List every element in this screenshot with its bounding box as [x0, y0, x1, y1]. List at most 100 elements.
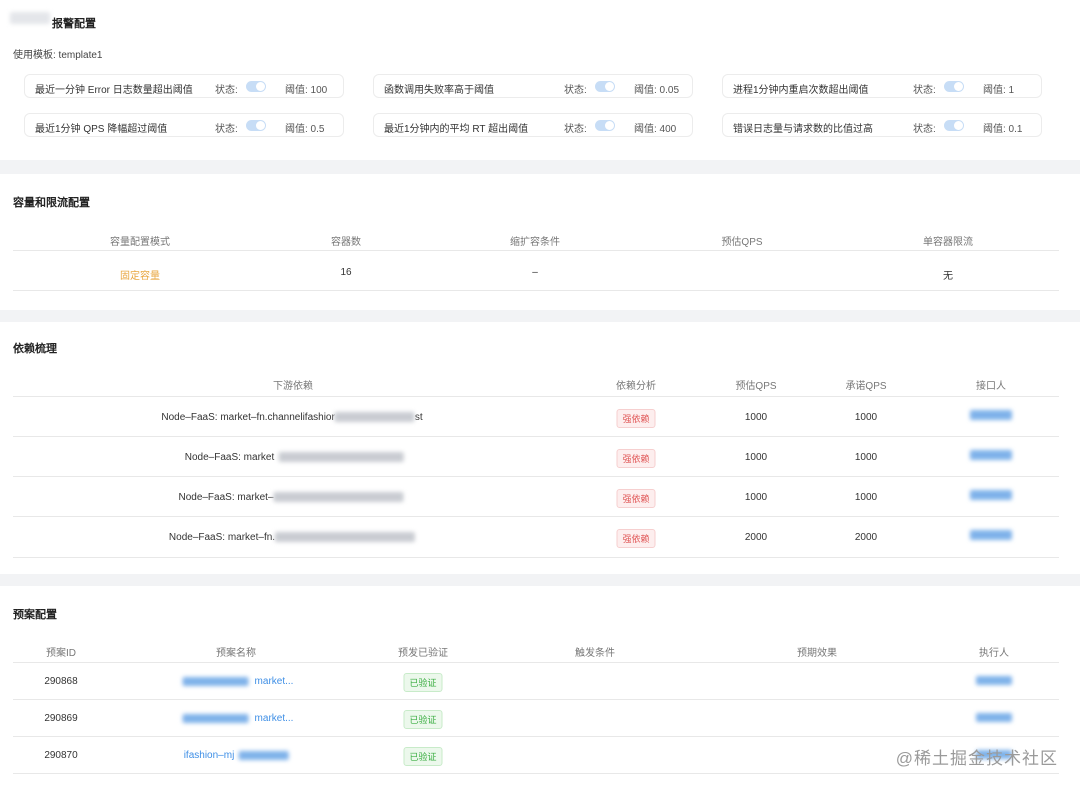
divider — [13, 557, 1059, 558]
dependency-name-suffix: st — [414, 412, 423, 423]
alarm-rule: 函数调用失败率高于阈值 状态: 阈值: 0.05 — [373, 74, 693, 98]
divider — [13, 773, 1059, 774]
plan-name-link[interactable]: ifashion–mj — [184, 750, 289, 761]
column-header: 预估QPS — [721, 237, 763, 248]
column-header: 接口人 — [976, 381, 1006, 392]
dependency-tag: 强依赖 — [616, 409, 656, 428]
dependency-tag: 强依赖 — [616, 449, 656, 468]
container-limit: 无 — [943, 271, 953, 282]
column-header: 预发已验证 — [398, 648, 448, 659]
alarm-rule: 最近1分钟内的平均 RT 超出阈值 状态: 阈值: 400 — [373, 113, 693, 137]
rule-text: 最近一分钟 Error 日志数量超出阈值 — [35, 85, 193, 96]
plan-name-link[interactable]: market... — [182, 676, 294, 687]
rule-threshold: 阈值: 100 — [285, 85, 328, 96]
divider — [13, 476, 1059, 477]
alarm-rule: 进程1分钟内重启次数超出阈值 状态: 阈值: 1 — [722, 74, 1042, 98]
divider — [13, 699, 1059, 700]
template-label: 使用模板: template1 — [13, 50, 103, 61]
dependency-name: Node–FaaS: market–fn.channelifashior st — [161, 412, 422, 423]
rule-threshold: 阈值: 1 — [983, 85, 1015, 96]
rule-text: 最近1分钟 QPS 降幅超过阈值 — [35, 124, 168, 135]
capacity-card: 容量和限流配置 容量配置模式 容器数 缩扩容条件 预估QPS 单容器限流 固定容… — [0, 174, 1080, 310]
dependency-section-title: 依赖梳理 — [13, 343, 57, 355]
redacted-text — [334, 412, 415, 423]
executor-avatar[interactable] — [976, 676, 1012, 685]
alarm-rule: 最近1分钟 QPS 降幅超过阈值 状态: 阈值: 0.5 — [24, 113, 344, 137]
rule-text: 函数调用失败率高于阈值 — [384, 85, 494, 96]
contact-avatar[interactable] — [970, 450, 1012, 460]
dependency-tag: 强依赖 — [616, 529, 656, 548]
column-header: 预案名称 — [216, 648, 256, 659]
dependency-name-text: Node–FaaS: market–fn. — [168, 532, 276, 543]
column-header: 执行人 — [979, 648, 1009, 659]
column-header: 预期效果 — [797, 648, 837, 659]
divider — [13, 736, 1059, 737]
rule-text: 进程1分钟内重启次数超出阈值 — [733, 85, 869, 96]
dependency-name-text: Node–FaaS: market–fn.channelifashior — [161, 412, 335, 423]
promised-qps: 1000 — [854, 412, 878, 423]
rule-text: 错误日志量与请求数的比值过高 — [733, 124, 873, 135]
dependency-name: Node–FaaS: market– — [178, 492, 404, 503]
watermark-text: @稀土掘金技术社区 — [895, 749, 1058, 768]
alarm-card: 报警配置 使用模板: template1 最近一分钟 Error 日志数量超出阈… — [0, 0, 1080, 160]
column-header: 缩扩容条件 — [510, 237, 560, 248]
status-toggle[interactable] — [246, 81, 266, 92]
dependency-tag: 强依赖 — [616, 489, 656, 508]
plan-id: 290870 — [44, 750, 78, 761]
dependency-card: 依赖梳理 下游依赖 依赖分析 预估QPS 承诺QPS 接口人 Node–FaaS… — [0, 322, 1080, 574]
estimated-qps: 2000 — [744, 532, 768, 543]
plan-id: 290868 — [44, 676, 78, 687]
rule-status-label: 状态: — [215, 124, 238, 135]
status-toggle[interactable] — [595, 81, 615, 92]
container-count: 16 — [340, 267, 352, 278]
dependency-name-text: Node–FaaS: market — [184, 452, 275, 463]
redacted-text — [238, 750, 289, 760]
contact-avatar[interactable] — [970, 410, 1012, 420]
divider — [13, 436, 1059, 437]
contact-avatar[interactable] — [970, 490, 1012, 500]
redacted-text — [278, 452, 404, 463]
plan-name-text: market... — [254, 676, 294, 687]
rule-status-label: 状态: — [913, 124, 936, 135]
contact-avatar[interactable] — [970, 530, 1012, 540]
divider — [13, 662, 1059, 663]
rule-threshold: 阈值: 400 — [634, 124, 677, 135]
column-header: 单容器限流 — [923, 237, 973, 248]
redacted-text — [182, 676, 249, 686]
status-toggle[interactable] — [246, 120, 266, 131]
rule-status-label: 状态: — [564, 85, 587, 96]
verified-tag: 已验证 — [403, 673, 443, 692]
alarm-rule: 最近一分钟 Error 日志数量超出阈值 状态: 阈值: 100 — [24, 74, 344, 98]
column-header: 承诺QPS — [845, 381, 887, 392]
plan-name-text: ifashion–mj — [183, 750, 235, 761]
column-header: 下游依赖 — [273, 381, 313, 392]
column-header: 触发条件 — [575, 648, 615, 659]
alarm-title-prefix — [10, 12, 50, 24]
redacted-text — [273, 492, 404, 503]
dependency-name: Node–FaaS: market — [185, 452, 404, 463]
plan-name-link[interactable]: market... — [182, 713, 294, 724]
rule-status-label: 状态: — [913, 85, 936, 96]
plan-id: 290869 — [44, 713, 78, 724]
divider — [13, 396, 1059, 397]
verified-tag: 已验证 — [403, 710, 443, 729]
rule-threshold: 阈值: 0.1 — [983, 124, 1023, 135]
column-header: 预案ID — [46, 648, 76, 659]
column-header: 容器数 — [331, 237, 361, 248]
promised-qps: 1000 — [854, 452, 878, 463]
status-toggle[interactable] — [944, 81, 964, 92]
divider — [13, 516, 1059, 517]
estimated-qps: 1000 — [744, 492, 768, 503]
rule-threshold: 阈值: 0.5 — [285, 124, 325, 135]
rule-status-label: 状态: — [215, 85, 238, 96]
promised-qps: 2000 — [854, 532, 878, 543]
dependency-name: Node–FaaS: market–fn. — [168, 532, 416, 543]
executor-avatar[interactable] — [976, 713, 1012, 722]
status-toggle[interactable] — [944, 120, 964, 131]
alarm-section-title: 报警配置 — [52, 18, 96, 30]
redacted-text — [182, 713, 249, 723]
status-toggle[interactable] — [595, 120, 615, 131]
scale-condition: – — [532, 267, 538, 278]
rule-text: 最近1分钟内的平均 RT 超出阈值 — [384, 124, 529, 135]
plan-name-text: market... — [254, 713, 294, 724]
